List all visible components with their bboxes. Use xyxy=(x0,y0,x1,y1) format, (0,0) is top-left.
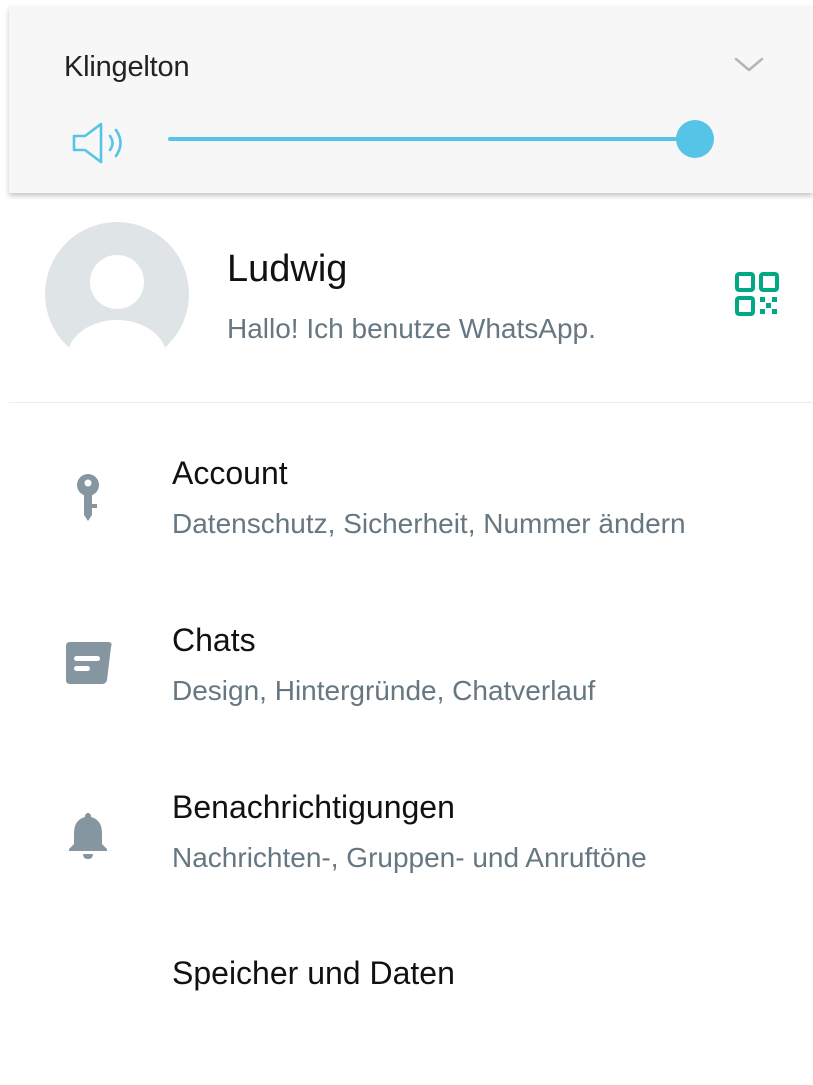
settings-item-title: Account xyxy=(172,455,288,491)
volume-panel: Klingelton xyxy=(9,6,813,193)
settings-item-storage[interactable]: Speicher und Daten xyxy=(0,955,813,1085)
settings-item-title: Chats xyxy=(172,622,256,658)
chevron-down-icon[interactable] xyxy=(733,54,765,74)
volume-title: Klingelton xyxy=(64,51,190,83)
volume-slider-track[interactable] xyxy=(168,137,698,141)
chat-icon xyxy=(66,642,112,684)
bell-icon xyxy=(69,813,107,859)
settings-item-notifications[interactable]: Benachrichtigungen Nachrichten-, Gruppen… xyxy=(0,789,813,919)
profile-status: Hallo! Ich benutze WhatsApp. xyxy=(227,313,596,344)
speaker-icon[interactable] xyxy=(71,120,137,166)
settings-item-subtitle: Datenschutz, Sicherheit, Nummer ändern xyxy=(172,508,686,539)
avatar[interactable] xyxy=(45,222,189,366)
settings-item-chats[interactable]: Chats Design, Hintergründe, Chatverlauf xyxy=(0,622,813,752)
default-avatar-icon xyxy=(67,255,167,366)
settings-item-account[interactable]: Account Datenschutz, Sicherheit, Nummer … xyxy=(0,455,813,585)
profile-name: Ludwig xyxy=(227,248,348,290)
settings-item-subtitle: Design, Hintergründe, Chatverlauf xyxy=(172,675,596,706)
settings-item-subtitle: Nachrichten-, Gruppen- und Anruftöne xyxy=(172,842,647,873)
qr-code-icon[interactable] xyxy=(733,270,781,318)
settings-item-title: Speicher und Daten xyxy=(172,955,455,991)
divider xyxy=(9,402,813,403)
key-icon xyxy=(77,474,99,521)
volume-slider-thumb[interactable] xyxy=(676,120,714,158)
settings-item-title: Benachrichtigungen xyxy=(172,789,455,825)
